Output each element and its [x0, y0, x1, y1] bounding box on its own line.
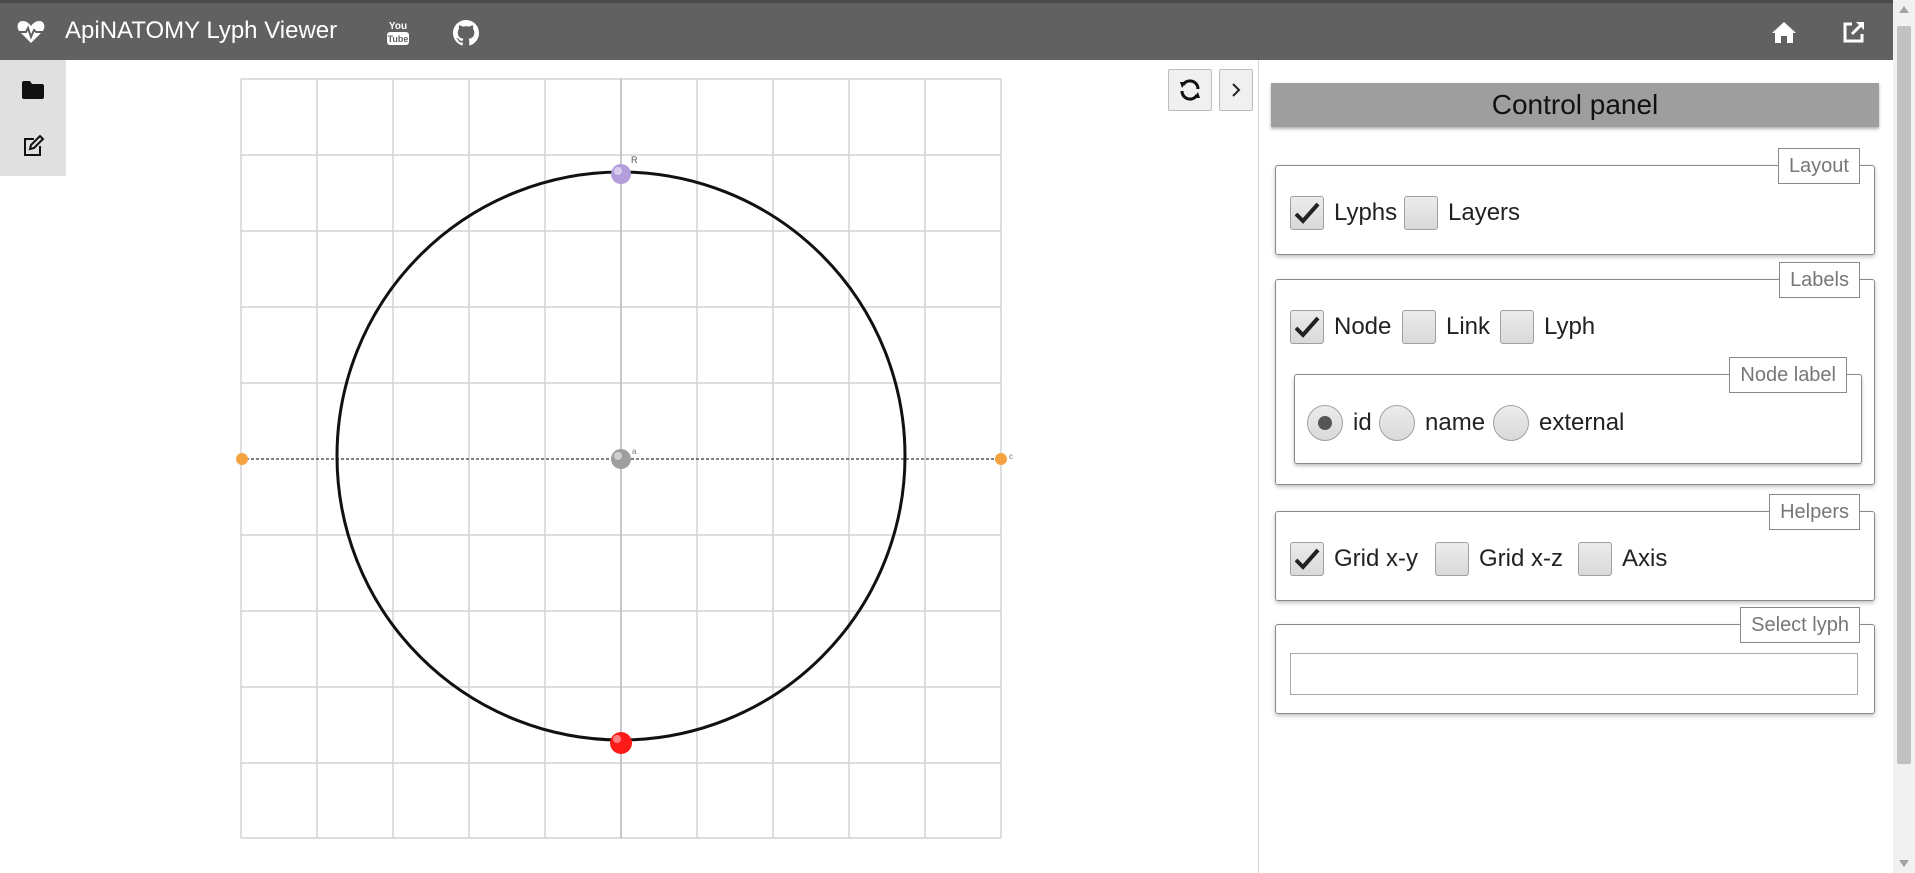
node-top[interactable] — [611, 164, 631, 184]
grid-xy-label: Grid x-y — [1334, 545, 1418, 572]
node-center-highlight — [614, 452, 622, 460]
github-icon[interactable] — [453, 20, 479, 46]
grid-xz-label: Grid x-z — [1479, 545, 1563, 572]
collapse-panel-button[interactable] — [1219, 69, 1253, 111]
id-radio[interactable] — [1307, 405, 1343, 441]
node-right-label: c — [1009, 452, 1013, 461]
chevron-right-icon — [1232, 83, 1241, 97]
external-radio[interactable] — [1493, 405, 1529, 441]
layers-label: Layers — [1448, 199, 1521, 226]
top-navbar: ApiNATOMY Lyph Viewer You Tube — [0, 0, 1893, 60]
external-link-icon[interactable] — [1842, 20, 1866, 44]
node-label: Node — [1334, 313, 1392, 340]
radio-dot — [1318, 416, 1332, 430]
node-label-legend: Node label — [1729, 357, 1847, 393]
grid-xy-checkbox[interactable] — [1290, 542, 1324, 576]
helpers-axis-option[interactable]: Axis — [1578, 542, 1667, 576]
heartbeat-icon — [17, 21, 45, 43]
layouts-layers-option[interactable]: Layers — [1404, 196, 1520, 230]
refresh-button[interactable] — [1168, 69, 1212, 111]
select-lyph-input[interactable] — [1290, 653, 1858, 695]
name-label: name — [1425, 409, 1486, 436]
node-center[interactable] — [611, 449, 631, 469]
youtube-icon[interactable]: You Tube — [385, 19, 411, 47]
layers-checkbox[interactable] — [1404, 196, 1438, 230]
node-top-label: R — [631, 155, 638, 165]
grid-xz-checkbox[interactable] — [1435, 542, 1469, 576]
scroll-down-arrow-icon[interactable] — [1899, 860, 1909, 867]
lyphs-label: Lyphs — [1334, 199, 1398, 226]
node-right[interactable] — [995, 453, 1007, 465]
checkmark-icon — [1294, 316, 1320, 338]
node-label-name-option[interactable]: name — [1379, 405, 1485, 441]
node-label-group: Node label id name external — [1294, 357, 1862, 464]
node-label-id-option[interactable]: id — [1307, 405, 1372, 441]
labels-legend: Labels — [1779, 262, 1860, 298]
layouts-lyphs-option[interactable]: Lyphs — [1290, 196, 1397, 230]
node-checkbox[interactable] — [1290, 310, 1324, 344]
checkmark-icon — [1294, 548, 1320, 570]
labels-node-option[interactable]: Node — [1290, 310, 1391, 344]
node-bottom[interactable] — [610, 732, 632, 754]
lyphs-checkbox[interactable] — [1290, 196, 1324, 230]
checkmark-icon — [1294, 202, 1320, 224]
link-checkbox[interactable] — [1402, 310, 1436, 344]
lyph-viewer-app: ApiNATOMY Lyph Viewer You Tube R a c Con… — [0, 0, 1915, 873]
axis-label: Axis — [1622, 545, 1668, 572]
id-label: id — [1353, 409, 1372, 436]
select-lyph-group: Select lyph — [1275, 607, 1875, 714]
layout-group: Layout Lyphs Layers — [1275, 148, 1875, 255]
labels-group: Labels Node Link Lyph Node label id name… — [1275, 262, 1875, 485]
labels-link-option[interactable]: Link — [1402, 310, 1490, 344]
layout-legend: Layout — [1777, 148, 1860, 184]
svg-text:You: You — [389, 21, 407, 32]
lyph-checkbox[interactable] — [1500, 310, 1534, 344]
home-icon[interactable] — [1771, 20, 1797, 44]
external-label: external — [1539, 409, 1625, 436]
control-panel: Control panel Layout Lyphs Layers Labels — [1258, 60, 1893, 873]
labels-lyph-option[interactable]: Lyph — [1500, 310, 1595, 344]
node-top-highlight — [614, 167, 622, 175]
scroll-up-arrow-icon[interactable] — [1899, 6, 1909, 13]
scrollbar-thumb[interactable] — [1897, 26, 1911, 764]
node-label-external-option[interactable]: external — [1493, 405, 1624, 441]
app-title: ApiNATOMY Lyph Viewer — [65, 17, 338, 44]
svg-text:Tube: Tube — [388, 34, 409, 44]
name-radio[interactable] — [1379, 405, 1415, 441]
refresh-icon — [1180, 79, 1200, 101]
node-left[interactable] — [236, 453, 248, 465]
control-panel-title: Control panel — [1271, 83, 1879, 127]
node-bottom-highlight — [613, 735, 621, 743]
graph-canvas[interactable]: R a c — [0, 60, 1258, 873]
helpers-grid-xy-option[interactable]: Grid x-y — [1290, 542, 1418, 576]
scene-svg[interactable]: R a c — [0, 60, 1258, 873]
helpers-grid-xz-option[interactable]: Grid x-z — [1435, 542, 1563, 576]
link-label: Link — [1446, 313, 1491, 340]
lyph-label: Lyph — [1544, 313, 1596, 340]
helpers-legend: Helpers — [1769, 494, 1860, 530]
helpers-group: Helpers Grid x-y Grid x-z Axis — [1275, 494, 1875, 601]
axis-checkbox[interactable] — [1578, 542, 1612, 576]
select-lyph-legend: Select lyph — [1740, 607, 1860, 643]
page-scrollbar[interactable] — [1893, 0, 1915, 873]
node-center-label: a — [632, 447, 637, 456]
